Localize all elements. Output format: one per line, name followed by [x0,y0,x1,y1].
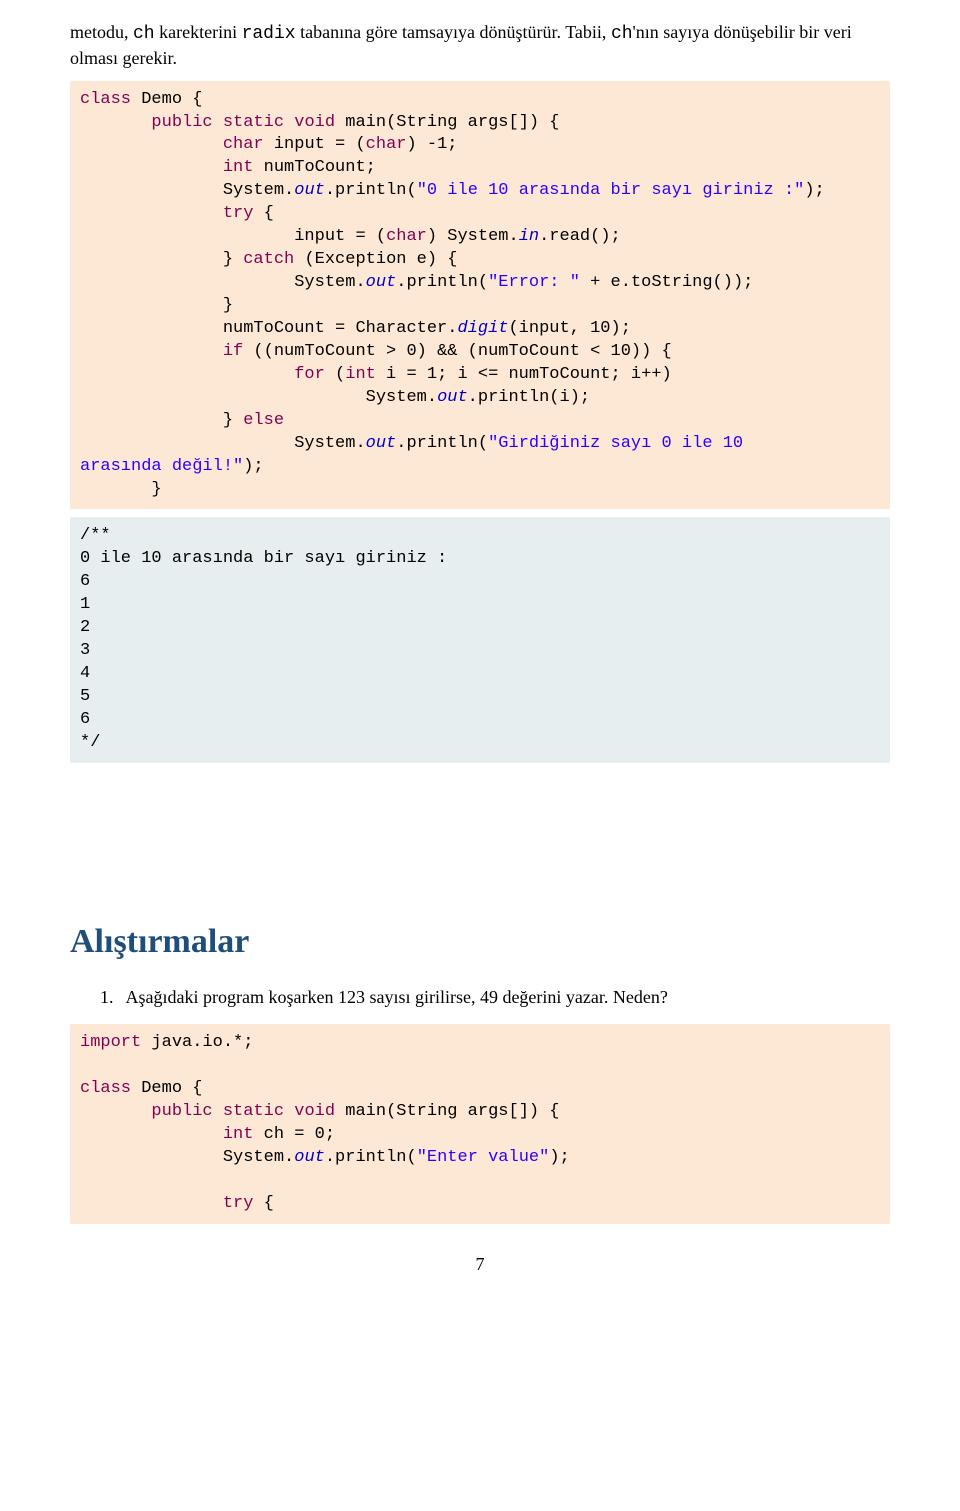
intro-text: tabanına göre tamsayıya dönüştürür. Tabi… [296,22,611,42]
code-block-1: class Demo { public static void main(Str… [70,81,890,510]
code-block-2-output: /** 0 ile 10 arasında bir sayı giriniz :… [70,517,890,762]
intro-mono-ch1: ch [133,24,155,44]
list-index-1: 1. [100,985,122,1010]
intro-mono-ch2: ch [611,24,633,44]
list-item-1: Aşağıdaki program koşarken 123 sayısı gi… [126,987,668,1007]
section-heading-alistirmalar: Alıştırmalar [70,923,890,961]
page-number: 7 [70,1254,890,1275]
exercise-list: 1. Aşağıdaki program koşarken 123 sayısı… [100,985,890,1010]
intro-paragraph: metodu, ch karekterini radix tabanına gö… [70,20,890,71]
intro-mono-radix: radix [242,24,296,44]
code-block-3: import java.io.*; class Demo { public st… [70,1024,890,1224]
intro-text: metodu, [70,22,133,42]
intro-text: karekterini [155,22,242,42]
